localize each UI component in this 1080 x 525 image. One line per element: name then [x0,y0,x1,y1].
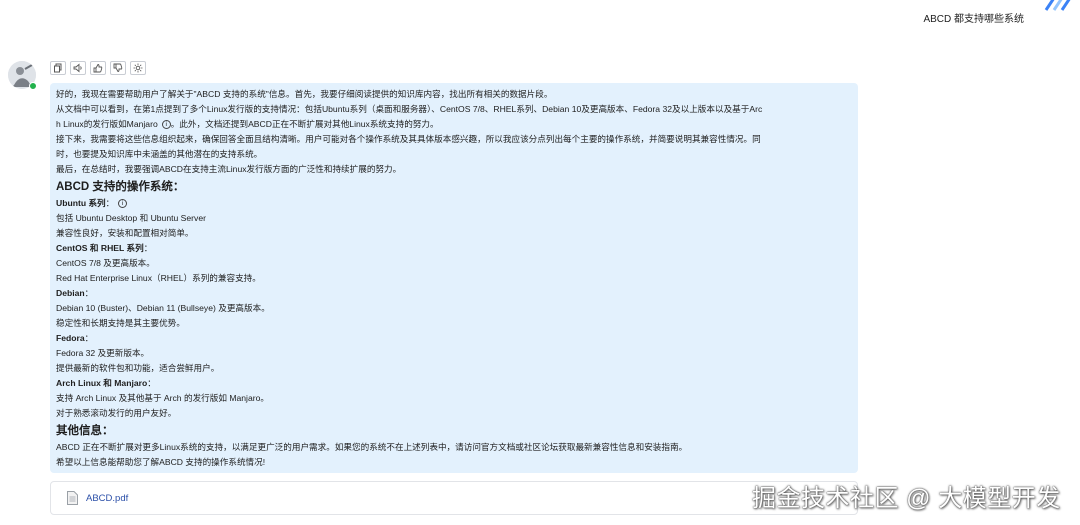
section-fedora-title: Fedora： [56,333,94,343]
heading-supported-os: ABCD 支持的操作系统： [56,181,185,193]
answer-line: 提供最新的软件包和功能，适合尝鲜用户。 [56,363,220,373]
answer-line: Red Hat Enterprise Linux（RHEL）系列的兼容支持。 [56,273,261,283]
sparkle-icon[interactable] [130,61,146,75]
heading-other-info: 其他信息： [56,425,114,437]
speaker-icon[interactable] [70,61,86,75]
section-arch-title: Arch Linux 和 Manjaro： [56,378,156,388]
thumbs-down-icon[interactable] [110,61,126,75]
assistant-answer: 好的，我现在需要帮助用户了解关于"ABCD 支持的系统"信息。首先，我要仔细阅读… [50,83,858,473]
section-ubuntu-title: Ubuntu 系列： i [56,196,852,211]
pdf-file-icon [67,491,78,505]
section-centos-title: CentOS 和 RHEL 系列： [56,243,153,253]
answer-line: Fedora 32 及更新版本。 [56,348,150,358]
answer-line: 从文档中可以看到，在第1点提到了多个Linux发行版的支持情况：包括Ubuntu… [56,104,763,114]
attachment-card[interactable]: ABCD.pdf [50,481,858,515]
answer-line: ABCD 正在不断扩展对更多Linux系统的支持，以满足更广泛的用户需求。如果您… [56,442,688,452]
info-icon[interactable]: i [161,120,171,130]
user-avatar [1044,0,1071,11]
answer-line: CentOS 7/8 及更高版本。 [56,258,155,268]
watermark: 掘金技术社区 @ 大模型开发 [752,485,1061,512]
answer-line: 接下来，我需要将这些信息组织起来，确保回答全面且结构清晰。用户可能对各个操作系统… [56,134,761,144]
answer-line: 稳定性和长期支持是其主要优势。 [56,318,185,328]
section-debian-title: Debian： [56,288,94,298]
answer-line: 希望以上信息能帮助您了解ABCD 支持的操作系统情况! [56,457,266,467]
answer-line: 时，也要提及知识库中未涵盖的其他潜在的支持系统。 [56,149,263,159]
answer-line: 好的，我现在需要帮助用户了解关于"ABCD 支持的系统"信息。首先，我要仔细阅读… [56,89,553,99]
online-status-dot [29,82,37,90]
user-message: ABCD 都支持哪些系统 [923,14,1024,25]
answer-line: 兼容性良好，安装和配置相对简单。 [56,228,194,238]
answer-line: h Linux的发行版如Manjaro i 。此外，文档还提到ABCD正在不断扩展对… [56,119,439,130]
thumbs-up-icon[interactable] [90,61,106,75]
answer-line: Debian 10 (Buster)、Debian 11 (Bullseye) … [56,303,270,313]
attachment-file-name[interactable]: ABCD.pdf [86,493,128,504]
info-icon[interactable]: i [118,199,128,209]
copy-icon[interactable] [50,61,66,75]
answer-line: 最后，在总结时，我要强调ABCD在支持主流Linux发行版方面的广泛性和持续扩展… [56,164,402,174]
answer-line: 支持 Arch Linux 及其他基于 Arch 的发行版如 Manjaro。 [56,393,269,403]
answer-line: 对于熟悉滚动发行的用户友好。 [56,408,177,418]
message-toolbar [50,61,146,75]
answer-line: 包括 Ubuntu Desktop 和 Ubuntu Server [56,213,206,223]
